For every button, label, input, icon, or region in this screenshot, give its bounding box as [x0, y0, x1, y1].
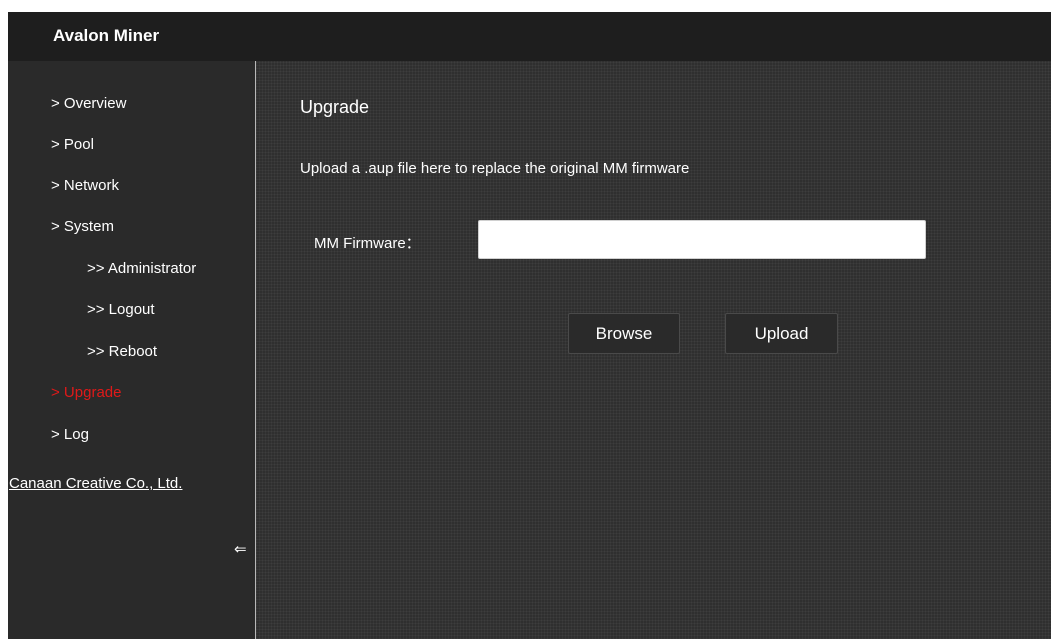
- sidebar-item-upgrade[interactable]: > Upgrade: [51, 384, 121, 401]
- sidebar-item-overview[interactable]: > Overview: [51, 95, 126, 112]
- sidebar-item-system[interactable]: > System: [51, 218, 114, 235]
- sidebar-item-administrator[interactable]: >> Administrator: [87, 260, 196, 277]
- browse-button[interactable]: Browse: [568, 313, 680, 354]
- sidebar-item-reboot[interactable]: >> Reboot: [87, 343, 157, 360]
- upgrade-description: Upload a .aup file here to replace the o…: [300, 160, 690, 177]
- sidebar-item-pool[interactable]: > Pool: [51, 136, 94, 153]
- sidebar: > Overview > Pool > Network > System >> …: [8, 61, 256, 639]
- collapse-sidebar-icon[interactable]: ⇐: [234, 540, 247, 558]
- main-content: Upgrade Upload a .aup file here to repla…: [256, 61, 1051, 639]
- top-header: Avalon Miner: [8, 12, 1051, 61]
- company-link[interactable]: Canaan Creative Co., Ltd.: [9, 475, 182, 492]
- firmware-label: MM Firmware：: [314, 235, 421, 252]
- firmware-file-input[interactable]: [478, 220, 926, 259]
- page-title: Upgrade: [300, 97, 370, 117]
- app-title: Avalon Miner: [53, 26, 160, 45]
- upload-button[interactable]: Upload: [725, 313, 838, 354]
- sidebar-item-logout[interactable]: >> Logout: [87, 301, 155, 318]
- sidebar-item-log[interactable]: > Log: [51, 426, 89, 443]
- app-window: Avalon Miner > Overview > Pool > Network…: [8, 12, 1051, 639]
- sidebar-item-network[interactable]: > Network: [51, 177, 119, 194]
